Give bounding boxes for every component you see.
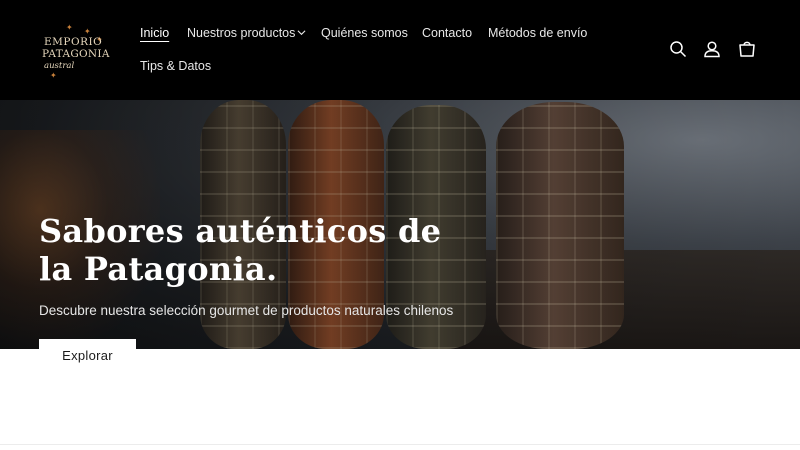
account-icon[interactable] [703,40,721,58]
star-icon: ✦ [66,23,73,32]
logo-text-line2: PATAGONIA [42,48,110,60]
star-icon: ✦ [84,27,91,36]
section-divider [0,444,800,445]
cart-icon[interactable] [738,40,756,58]
nav-item-quienes-somos[interactable]: Quiénes somos [321,26,408,40]
logo-text-line3: austral [44,61,75,71]
chevron-down-icon[interactable] [297,28,306,37]
nav-item-contacto[interactable]: Contacto [422,26,472,40]
nav-item-tips-datos[interactable]: Tips & Datos [140,59,211,73]
nav-item-metodos-de-envio[interactable]: Métodos de envío [488,26,587,40]
nav-item-nuestros-productos[interactable]: Nuestros productos [187,26,295,40]
search-icon[interactable] [669,40,687,58]
hero-title: Sabores auténticos de la Patagonia. [39,212,442,288]
explore-button[interactable]: Explorar [39,339,136,373]
star-icon: ✦ [50,71,57,80]
hero-subtitle: Descubre nuestra selección gourmet de pr… [39,303,454,318]
brand-logo[interactable]: ✦ ✦ ✦ ✦ EMPORIO PATAGONIA austral [38,22,112,80]
logo-text-line1: EMPORIO [44,36,103,48]
site-header: ✦ ✦ ✦ ✦ EMPORIO PATAGONIA austral Inicio… [0,0,800,100]
nav-item-inicio[interactable]: Inicio [140,26,169,40]
